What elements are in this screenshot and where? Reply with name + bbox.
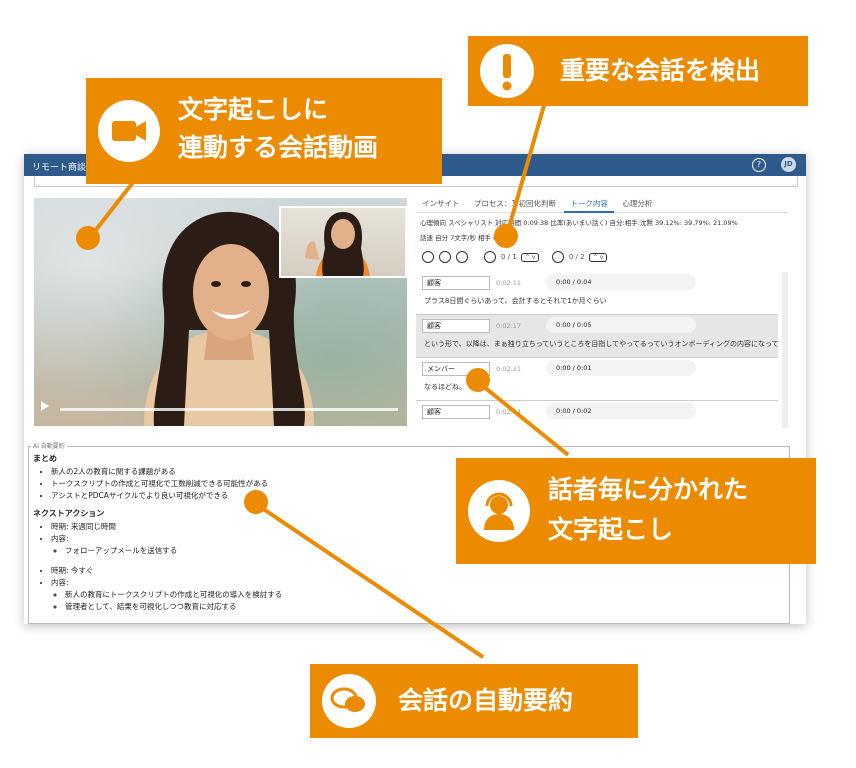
connector-dot (466, 368, 490, 392)
list-item: 時期: 今すぐ (51, 565, 789, 577)
summary-legend: AI 自動要約 (31, 441, 67, 450)
counter-2: 0 / 2 (568, 253, 585, 261)
timestamp: 0:02:11 (496, 279, 522, 287)
tab-insight[interactable]: インサイト (416, 196, 466, 211)
help-icon[interactable]: ? (752, 158, 766, 172)
list-item: 新人の教育にトークスクリプトの作成と可視化の導入を検討する (65, 589, 789, 601)
player-controls: 0 / 1 ^ v 0 / 2 ^ v (416, 249, 788, 269)
transcript-panel: インサイト プロセス：1.初回化判断 トーク内容 心理分析 心理傾向 スペシャリ… (416, 196, 788, 428)
callout-text: 文字起こしに (178, 95, 329, 124)
connector-dot (494, 224, 518, 248)
connector-dot (244, 490, 268, 514)
seek-bar[interactable] (60, 408, 398, 411)
connector-dot (76, 226, 100, 250)
speaker-select[interactable]: 顧客 (422, 405, 490, 419)
avatar[interactable]: JD (781, 157, 796, 172)
video-camera-icon (98, 100, 160, 162)
callout-text: 話者毎に分かれた (548, 475, 749, 504)
pip-video[interactable] (279, 206, 407, 278)
pip-speaker-image (305, 212, 370, 276)
callout-text: 文字起こし (548, 515, 674, 544)
scrollbar[interactable] (782, 272, 788, 428)
list-item: 内容: 新人の教育にトークスクリプトの作成と可視化の導入を検討する 管理者として… (51, 577, 789, 613)
tab-talk[interactable]: トーク内容 (564, 196, 614, 213)
timestamp: 0:02:17 (496, 322, 522, 330)
operator-headset-icon (468, 480, 530, 542)
audio-player[interactable]: 0:00 / 0:04 (546, 274, 696, 290)
talk-metrics: 心理傾向 スペシャリスト 対応時間 0:09:38 比率(あいまい話く) 自分:… (416, 213, 788, 249)
timestamp: 0:02:21 (496, 365, 522, 373)
speaker-select[interactable]: 顧客 (422, 319, 490, 333)
audio-player[interactable]: 0:00 / 0:01 (546, 360, 696, 376)
expand-icon[interactable] (439, 251, 452, 263)
callout-speaker: 話者毎に分かれた 文字起こし (456, 458, 816, 564)
callout-text: 会話の自動要約 (398, 686, 574, 715)
breadcrumb[interactable]: リモート商談 (32, 160, 86, 173)
play-icon[interactable] (41, 401, 49, 411)
transcript-text: なるほどね。 (424, 383, 466, 391)
speaker-select[interactable]: 顧客 (422, 276, 490, 290)
transcript-text: という形で、以降は、まぁ独り立ちっていうところを目指してやってるっていうオンボー… (424, 340, 778, 348)
exclamation-icon (480, 44, 534, 98)
audio-player[interactable]: 0:00 / 0:05 (546, 317, 696, 333)
callout-text: 重要な会話を検出 (560, 56, 761, 85)
transcript-row[interactable]: 顧客 0:02:11 0:00 / 0:04 プラス8日間ぐらいあって、会計する… (416, 272, 778, 315)
runner-icon[interactable] (551, 251, 564, 263)
list-item: 管理者として、結果を可視化しつつ教育に対応する (65, 601, 789, 613)
transcript-row[interactable]: 顧客 0:02:24 0:00 / 0:02 (416, 401, 778, 428)
counter-1: 0 / 1 (500, 253, 517, 261)
transcript-row[interactable]: 顧客 0:02:17 0:00 / 0:05 という形で、以降は、まぁ独り立ちっ… (416, 315, 778, 358)
transcript-text: プラス8日間ぐらいあって、会計するとそれで1か月ぐらい (424, 297, 607, 305)
transcript-list: 顧客 0:02:11 0:00 / 0:04 プラス8日間ぐらいあって、会計する… (416, 272, 778, 428)
play-circle-icon[interactable] (422, 251, 434, 263)
cloud-icon[interactable] (456, 251, 469, 263)
callout-text: 連動する会話動画 (178, 133, 379, 162)
callout-detect: 重要な会話を検出 (468, 36, 808, 106)
audio-player[interactable]: 0:00 / 0:02 (546, 403, 696, 419)
metrics-line-2: 話速 自分 7文字/秒 相手 6.5 (420, 234, 504, 242)
smile-icon[interactable] (483, 251, 496, 263)
metrics-line-1: 心理傾向 スペシャリスト 対応時間 0:09:38 比率(あいまい話く) 自分:… (420, 219, 738, 227)
callout-video: 文字起こしに 連動する会話動画 (86, 78, 442, 184)
tab-bar: インサイト プロセス：1.初回化判断 トーク内容 心理分析 (416, 196, 788, 213)
chat-bubbles-icon (322, 674, 376, 728)
nav-stepper-1[interactable]: ^ v (520, 253, 540, 262)
callout-summary: 会話の自動要約 (310, 664, 638, 738)
nav-stepper-2[interactable]: ^ v (588, 253, 608, 262)
tab-psychology[interactable]: 心理分析 (616, 196, 658, 211)
